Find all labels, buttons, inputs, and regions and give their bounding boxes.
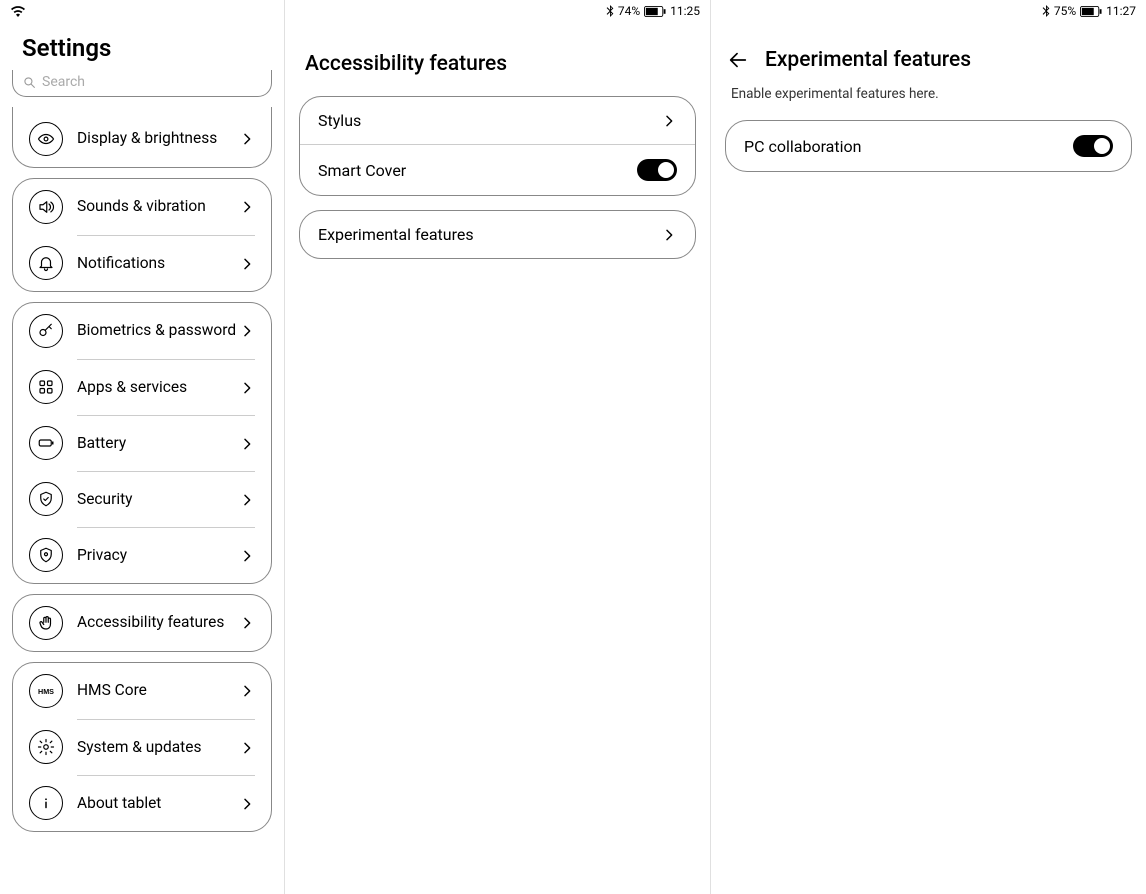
- sidebar-item-notifications[interactable]: Notifications: [13, 235, 271, 291]
- clock: 11:27: [1106, 4, 1136, 18]
- sidebar-item-label: Accessibility features: [77, 613, 224, 632]
- sidebar-item-sounds-vibration[interactable]: Sounds & vibration: [13, 179, 271, 235]
- sidebar-item-battery[interactable]: Battery: [13, 415, 271, 471]
- accessibility-pane: 74% 11:25 Accessibility features Stylus S…: [285, 0, 711, 894]
- svg-text:HMS: HMS: [38, 687, 54, 696]
- row-stylus[interactable]: Stylus: [300, 97, 695, 144]
- badge-icon: [29, 538, 63, 572]
- wifi-icon: [10, 5, 26, 17]
- battery-icon: [29, 426, 63, 460]
- hand-icon: [29, 606, 63, 640]
- row-experimental-features[interactable]: Experimental features: [300, 211, 695, 258]
- bluetooth-icon: [1042, 5, 1050, 17]
- page-subtitle: Enable experimental features here.: [711, 82, 1146, 114]
- toggle-smart-cover[interactable]: [637, 159, 677, 181]
- apps-icon: [29, 370, 63, 404]
- battery-icon: [644, 6, 666, 17]
- settings-pane: x Settings Search Display & brightness So…: [0, 0, 285, 894]
- row-label: Stylus: [318, 111, 361, 130]
- sidebar-item-about-tablet[interactable]: About tablet: [13, 775, 271, 831]
- clock: 11:25: [670, 4, 700, 18]
- back-button[interactable]: [727, 49, 749, 71]
- search-input[interactable]: Search: [12, 70, 272, 97]
- battery-percent: 75%: [1054, 4, 1076, 18]
- page-title: Settings: [0, 22, 284, 70]
- sidebar-item-label: System & updates: [77, 738, 201, 757]
- sidebar-item-label: Biometrics & password: [77, 321, 236, 340]
- eye-icon: [29, 122, 63, 156]
- sidebar-item-label: About tablet: [77, 794, 161, 813]
- toggle-pc-collaboration[interactable]: [1073, 135, 1113, 157]
- status-bar-mid: 74% 11:25: [285, 0, 710, 22]
- sidebar-item-hms-core[interactable]: HMS HMS Core: [13, 663, 271, 719]
- sidebar-item-label: HMS Core: [77, 681, 147, 700]
- sidebar-item-apps-services[interactable]: Apps & services: [13, 359, 271, 415]
- sidebar-item-biometrics-password[interactable]: Biometrics & password: [13, 303, 271, 359]
- sidebar-item-label: Security: [77, 490, 133, 509]
- sidebar-item-accessibility-features[interactable]: Accessibility features: [13, 595, 271, 651]
- battery-percent: 74%: [618, 4, 640, 18]
- bell-icon: [29, 246, 63, 280]
- hms-icon: HMS: [29, 674, 63, 708]
- search-placeholder: Search: [42, 74, 85, 90]
- search-icon: [23, 76, 36, 89]
- gear-icon: [29, 730, 63, 764]
- row-smart-cover[interactable]: Smart Cover: [300, 144, 695, 195]
- experimental-pane: 75% 11:27 Experimental features Enable e…: [711, 0, 1146, 894]
- sidebar-item-display-brightness[interactable]: Display & brightness: [13, 111, 271, 167]
- bluetooth-icon: [606, 5, 614, 17]
- sound-icon: [29, 190, 63, 224]
- info-icon: [29, 786, 63, 820]
- sidebar-item-label: Apps & services: [77, 378, 187, 397]
- sidebar-item-security[interactable]: Security: [13, 471, 271, 527]
- sidebar-item-label: Display & brightness: [77, 129, 217, 148]
- page-title: Experimental features: [765, 48, 971, 72]
- sidebar-item-label: Sounds & vibration: [77, 197, 206, 216]
- status-bar-left: x: [0, 0, 284, 22]
- sidebar-item-label: Battery: [77, 434, 126, 453]
- sidebar-item-label: Notifications: [77, 254, 165, 273]
- status-bar-right: 75% 11:27: [711, 0, 1146, 22]
- page-title: Accessibility features: [285, 22, 710, 90]
- battery-icon: [1080, 6, 1102, 17]
- row-label: Experimental features: [318, 225, 474, 244]
- row-pc-collaboration[interactable]: PC collaboration: [726, 121, 1131, 171]
- sidebar-item-privacy[interactable]: Privacy: [13, 527, 271, 583]
- row-label: PC collaboration: [744, 137, 861, 156]
- key-icon: [29, 314, 63, 348]
- shield-icon: [29, 482, 63, 516]
- sidebar-item-system-updates[interactable]: System & updates: [13, 719, 271, 775]
- sidebar-item-label: Privacy: [77, 546, 127, 565]
- row-label: Smart Cover: [318, 161, 406, 180]
